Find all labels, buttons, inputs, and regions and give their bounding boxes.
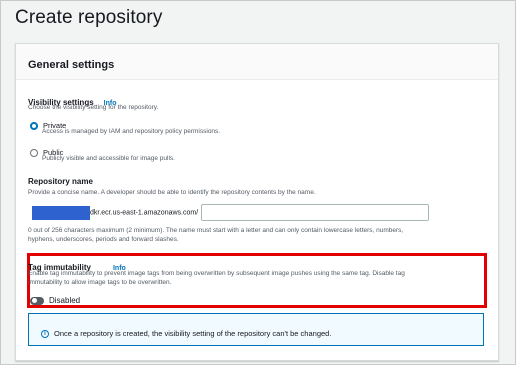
general-settings-panel: General settings Visibility settings Info…: [15, 43, 499, 361]
panel-title: General settings: [28, 59, 115, 71]
tag-immutability-description-2: immutability to allow image tags to be o…: [28, 279, 172, 286]
repository-name-description: Provide a concise name. A developer shou…: [28, 189, 316, 196]
repository-name-label: Repository name: [28, 177, 93, 186]
radio-private-control[interactable]: [30, 121, 38, 130]
page-title: Create repository: [15, 7, 163, 28]
toggle-label: Disabled: [49, 296, 81, 306]
repository-name-row: dkr.ecr.us-east-1.amazonaws.com/: [32, 204, 430, 221]
radio-private-description: Access is managed by IAM and repository …: [42, 128, 221, 135]
panel-header: General settings: [16, 44, 498, 80]
repository-name-hint-1: 0 out of 256 characters maximum (2 minim…: [28, 227, 404, 234]
radio-public-control[interactable]: [30, 148, 38, 157]
tag-immutability-description-1: Enable tag immutability to prevent image…: [28, 270, 405, 277]
visibility-description: Choose the visibility setting for the re…: [28, 104, 159, 111]
info-circle-icon: i: [41, 329, 49, 338]
registry-prefix: dkr.ecr.us-east-1.amazonaws.com/: [90, 209, 199, 217]
redacted-account-id: [32, 205, 90, 220]
radio-public-description: Publicly visible and accessible for imag…: [42, 155, 175, 162]
toggle-switch[interactable]: [30, 296, 44, 305]
visibility-alert: i Once a repository is created, the visib…: [28, 313, 484, 346]
page-frame: Create repository General settings Visib…: [0, 0, 516, 365]
alert-text: Once a repository is created, the visibi…: [54, 329, 332, 339]
tag-immutability-toggle[interactable]: Disabled: [30, 292, 80, 310]
toggle-knob: [31, 298, 37, 304]
repository-name-hint-2: hyphens, underscores, periods and forwar…: [28, 236, 179, 243]
repository-name-input[interactable]: [201, 204, 430, 221]
